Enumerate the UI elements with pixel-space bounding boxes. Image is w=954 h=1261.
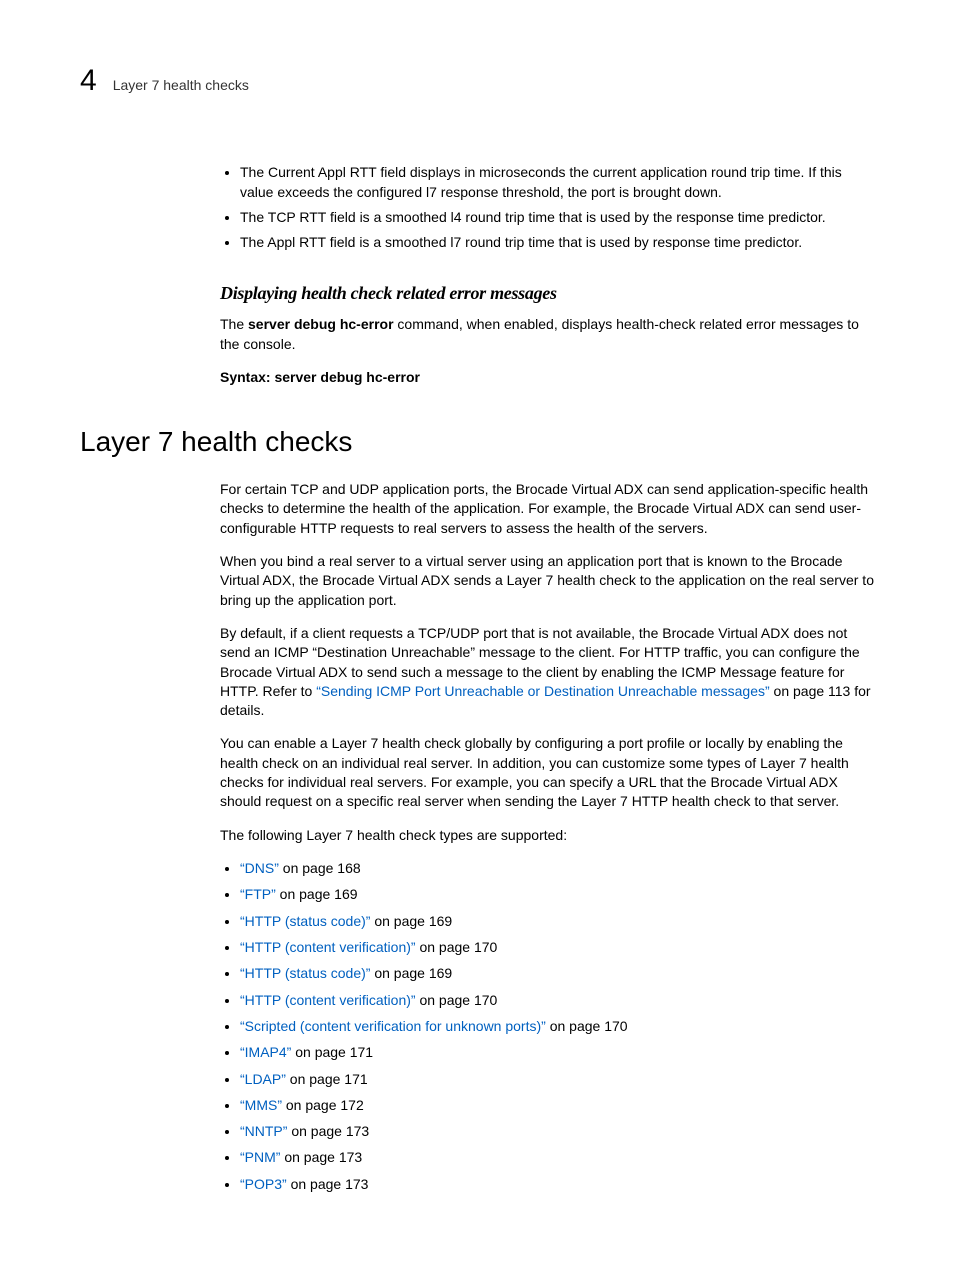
cross-reference-link[interactable]: “MMS” [240,1097,282,1113]
running-head-title: Layer 7 health checks [113,76,249,95]
page-ref: on page 169 [370,913,452,929]
list-item: “LDAP” on page 171 [240,1070,874,1089]
cross-reference-link[interactable]: “FTP” [240,886,276,902]
body-paragraph: The server debug hc-error command, when … [220,315,874,354]
page-ref: on page 171 [291,1044,373,1060]
cross-reference-link[interactable]: “POP3” [240,1176,287,1192]
list-item: “PNM” on page 173 [240,1148,874,1167]
page-ref: on page 171 [286,1071,368,1087]
list-item: “IMAP4” on page 171 [240,1043,874,1062]
list-item: The TCP RTT field is a smoothed l4 round… [240,208,874,227]
cross-reference-link[interactable]: “HTTP (status code)” [240,913,370,929]
page-ref: on page 173 [280,1149,362,1165]
list-item: “MMS” on page 172 [240,1096,874,1115]
page-ref: on page 170 [546,1018,628,1034]
cross-reference-link[interactable]: “DNS” [240,860,279,876]
cross-reference-link[interactable]: “HTTP (content verification)” [240,939,416,955]
list-item: “HTTP (content verification)” on page 17… [240,991,874,1010]
syntax-command: server debug hc-error [274,369,420,385]
body-paragraph: For certain TCP and UDP application port… [220,480,874,538]
body-paragraph: When you bind a real server to a virtual… [220,552,874,610]
list-item: “POP3” on page 173 [240,1175,874,1194]
cross-reference-link[interactable]: “IMAP4” [240,1044,291,1060]
chapter-number: 4 [80,60,97,101]
list-item: “HTTP (status code)” on page 169 [240,964,874,983]
syntax-line: Syntax: server debug hc-error [220,368,874,387]
list-item: “NNTP” on page 173 [240,1122,874,1141]
body-paragraph: By default, if a client requests a TCP/U… [220,624,874,721]
page-ref: on page 169 [370,965,452,981]
cross-reference-link[interactable]: “Sending ICMP Port Unreachable or Destin… [316,683,769,699]
list-item: “HTTP (content verification)” on page 17… [240,938,874,957]
page-ref: on page 170 [416,992,498,1008]
list-item: The Current Appl RTT field displays in m… [240,163,874,202]
list-item: The Appl RTT field is a smoothed l7 roun… [240,233,874,252]
syntax-label: Syntax: [220,369,274,385]
cross-reference-link[interactable]: “PNM” [240,1149,280,1165]
body-paragraph: The following Layer 7 health check types… [220,826,874,845]
running-header: 4 Layer 7 health checks [80,60,874,101]
intro-bullet-list: The Current Appl RTT field displays in m… [220,163,874,252]
cross-reference-link[interactable]: “HTTP (content verification)” [240,992,416,1008]
page-ref: on page 169 [276,886,358,902]
cross-reference-link[interactable]: “NNTP” [240,1123,287,1139]
command-name: server debug hc-error [248,316,394,332]
text-run: The [220,316,248,332]
list-item: “FTP” on page 169 [240,885,874,904]
body-paragraph: You can enable a Layer 7 health check gl… [220,734,874,811]
cross-reference-link[interactable]: “HTTP (status code)” [240,965,370,981]
list-item: “DNS” on page 168 [240,859,874,878]
list-item: “Scripted (content verification for unkn… [240,1017,874,1036]
cross-reference-link[interactable]: “LDAP” [240,1071,286,1087]
cross-reference-link[interactable]: “Scripted (content verification for unkn… [240,1018,546,1034]
section-heading: Layer 7 health checks [80,423,874,462]
subsection-heading: Displaying health check related error me… [220,281,874,306]
page-ref: on page 170 [416,939,498,955]
page-ref: on page 172 [282,1097,364,1113]
page-ref: on page 173 [287,1123,369,1139]
list-item: “HTTP (status code)” on page 169 [240,912,874,931]
link-bullet-list: “DNS” on page 168 “FTP” on page 169 “HTT… [220,859,874,1194]
page-ref: on page 173 [287,1176,369,1192]
page-ref: on page 168 [279,860,361,876]
